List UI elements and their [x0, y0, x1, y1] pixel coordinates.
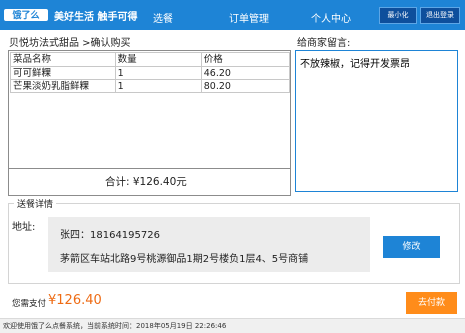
cell-quantity: 1 [114, 66, 202, 80]
cell-dish-name: 芒果淡奶乳脂鲜粿 [10, 79, 116, 93]
contact-info: 张四：18164195726 [60, 230, 160, 241]
top-bar: 饿了么 美好生活 触手可得 选餐 订单管理 个人中心 最小化 退出登录 [0, 0, 465, 30]
delivery-details-legend: 送餐详情 [14, 197, 57, 210]
cell-price: 46.20 [200, 66, 291, 80]
breadcrumb: 贝悦坊法式甜品 >确认购买 [9, 38, 131, 49]
nav-order-food[interactable]: 选餐 [153, 10, 173, 25]
total-divider [9, 168, 290, 169]
address-label: 地址: [12, 222, 36, 233]
address-card[interactable]: 张四：18164195726 茅箭区车站北路9号桃源御品1期2号楼负1层4、5号… [48, 217, 370, 272]
table-row[interactable]: 芒果淡奶乳脂鲜粿 1 80.20 [10, 79, 291, 93]
column-header-quantity: 数量 [114, 52, 202, 67]
nav-order-management[interactable]: 订单管理 [229, 10, 269, 25]
status-text: 欢迎使用饿了么点餐系统，当前系统时间：2018年05月19日 22:26:46 [3, 322, 227, 330]
cell-quantity: 1 [114, 79, 202, 93]
payment-amount: ¥126.40 [48, 293, 102, 308]
cell-dish-name: 可可鲜粿 [10, 66, 116, 80]
order-panel: 菜品名称 数量 价格 可可鲜粿 1 46.20 芒果淡奶乳脂鲜粿 1 80.20… [8, 50, 291, 196]
nav-personal-center[interactable]: 个人中心 [311, 10, 351, 25]
order-total: 合计: ¥126.40元 [105, 176, 187, 188]
message-input[interactable]: 不放辣椒，记得开发票昂 [295, 50, 458, 192]
payment-label: 您需支付 [12, 299, 47, 309]
edit-address-button[interactable]: 修改 [383, 236, 440, 258]
order-table: 菜品名称 数量 价格 可可鲜粿 1 46.20 芒果淡奶乳脂鲜粿 1 80.20 [10, 52, 291, 93]
table-header-row: 菜品名称 数量 价格 [10, 52, 291, 67]
column-header-price: 价格 [200, 52, 291, 67]
status-bar: 欢迎使用饿了么点餐系统，当前系统时间：2018年05月19日 22:26:46 [0, 318, 465, 333]
delivery-address: 茅箭区车站北路9号桃源御品1期2号楼负1层4、5号商铺 [60, 254, 309, 265]
app-logo: 饿了么 [4, 9, 48, 21]
message-label: 给商家留言: [297, 38, 351, 49]
column-header-dish: 菜品名称 [10, 52, 116, 67]
cell-price: 80.20 [200, 79, 291, 93]
app-slogan: 美好生活 触手可得 [54, 12, 138, 23]
pay-button[interactable]: 去付款 [406, 292, 457, 314]
table-row[interactable]: 可可鲜粿 1 46.20 [10, 66, 291, 80]
logout-button[interactable]: 退出登录 [420, 7, 460, 24]
minimize-button[interactable]: 最小化 [379, 7, 417, 24]
